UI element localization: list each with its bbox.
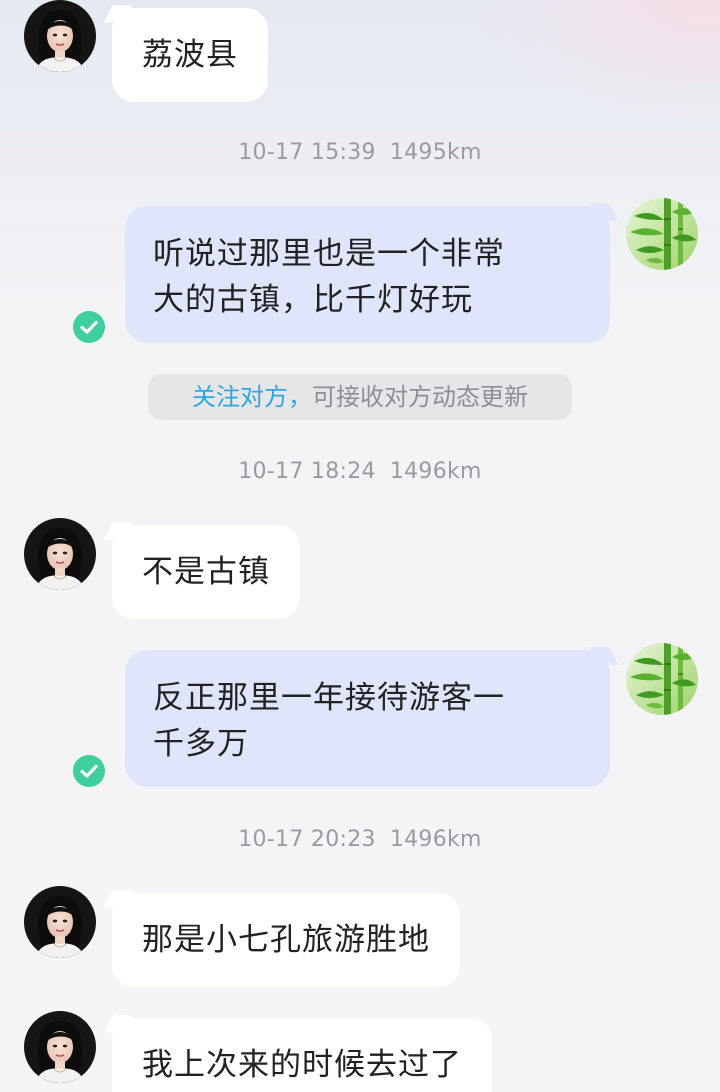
background-glow	[460, 0, 720, 120]
woman-avatar-icon	[24, 0, 96, 72]
message-bubble-received[interactable]: 不是古镇	[112, 525, 300, 619]
timestamp-distance: 1496km	[389, 827, 482, 852]
message-text-line: 千多万	[153, 726, 249, 762]
follow-hint: 关注对方，可接收对方动态更新	[148, 374, 572, 420]
self-avatar[interactable]	[626, 643, 698, 715]
timestamp-time: 10-17 20:23	[238, 827, 376, 852]
message-timestamp: 10-17 18:24 1496km	[0, 459, 720, 484]
timestamp-distance: 1496km	[389, 459, 482, 484]
message-text: 荔波县	[142, 37, 238, 73]
message-bubble-received[interactable]: 我上次来的时候去过了	[112, 1018, 492, 1092]
message-timestamp: 10-17 15:39 1495km	[0, 140, 720, 165]
message-text-line: 听说过那里也是一个非常	[153, 236, 505, 272]
message-bubble-received[interactable]: 那是小七孔旅游胜地	[112, 893, 460, 987]
message-timestamp: 10-17 20:23 1496km	[0, 827, 720, 852]
woman-avatar-icon	[24, 518, 96, 590]
message-text-line: 大的古镇，比千灯好玩	[153, 282, 473, 318]
check-circle-icon	[73, 311, 105, 343]
woman-avatar-icon	[24, 886, 96, 958]
contact-avatar[interactable]	[24, 0, 96, 72]
follow-link[interactable]: 关注对方，	[192, 383, 312, 411]
bamboo-avatar-icon	[626, 198, 698, 270]
timestamp-time: 10-17 15:39	[238, 140, 376, 165]
bamboo-avatar-icon	[626, 643, 698, 715]
message-bubble-sent[interactable]: 反正那里一年接待游客一 千多万	[125, 650, 610, 787]
message-bubble-sent[interactable]: 听说过那里也是一个非常 大的古镇，比千灯好玩	[125, 206, 610, 343]
message-text: 我上次来的时候去过了	[142, 1047, 462, 1083]
woman-avatar-icon	[24, 1011, 96, 1083]
message-text: 不是古镇	[142, 554, 270, 590]
follow-hint-text: 可接收对方动态更新	[312, 383, 528, 411]
message-bubble-received[interactable]: 荔波县	[112, 8, 268, 102]
message-text: 那是小七孔旅游胜地	[142, 922, 430, 958]
contact-avatar[interactable]	[24, 518, 96, 590]
contact-avatar[interactable]	[24, 1011, 96, 1083]
check-circle-icon	[73, 755, 105, 787]
self-avatar[interactable]	[626, 198, 698, 270]
message-text-line: 反正那里一年接待游客一	[153, 680, 505, 716]
timestamp-time: 10-17 18:24	[238, 459, 376, 484]
contact-avatar[interactable]	[24, 886, 96, 958]
timestamp-distance: 1495km	[389, 140, 482, 165]
